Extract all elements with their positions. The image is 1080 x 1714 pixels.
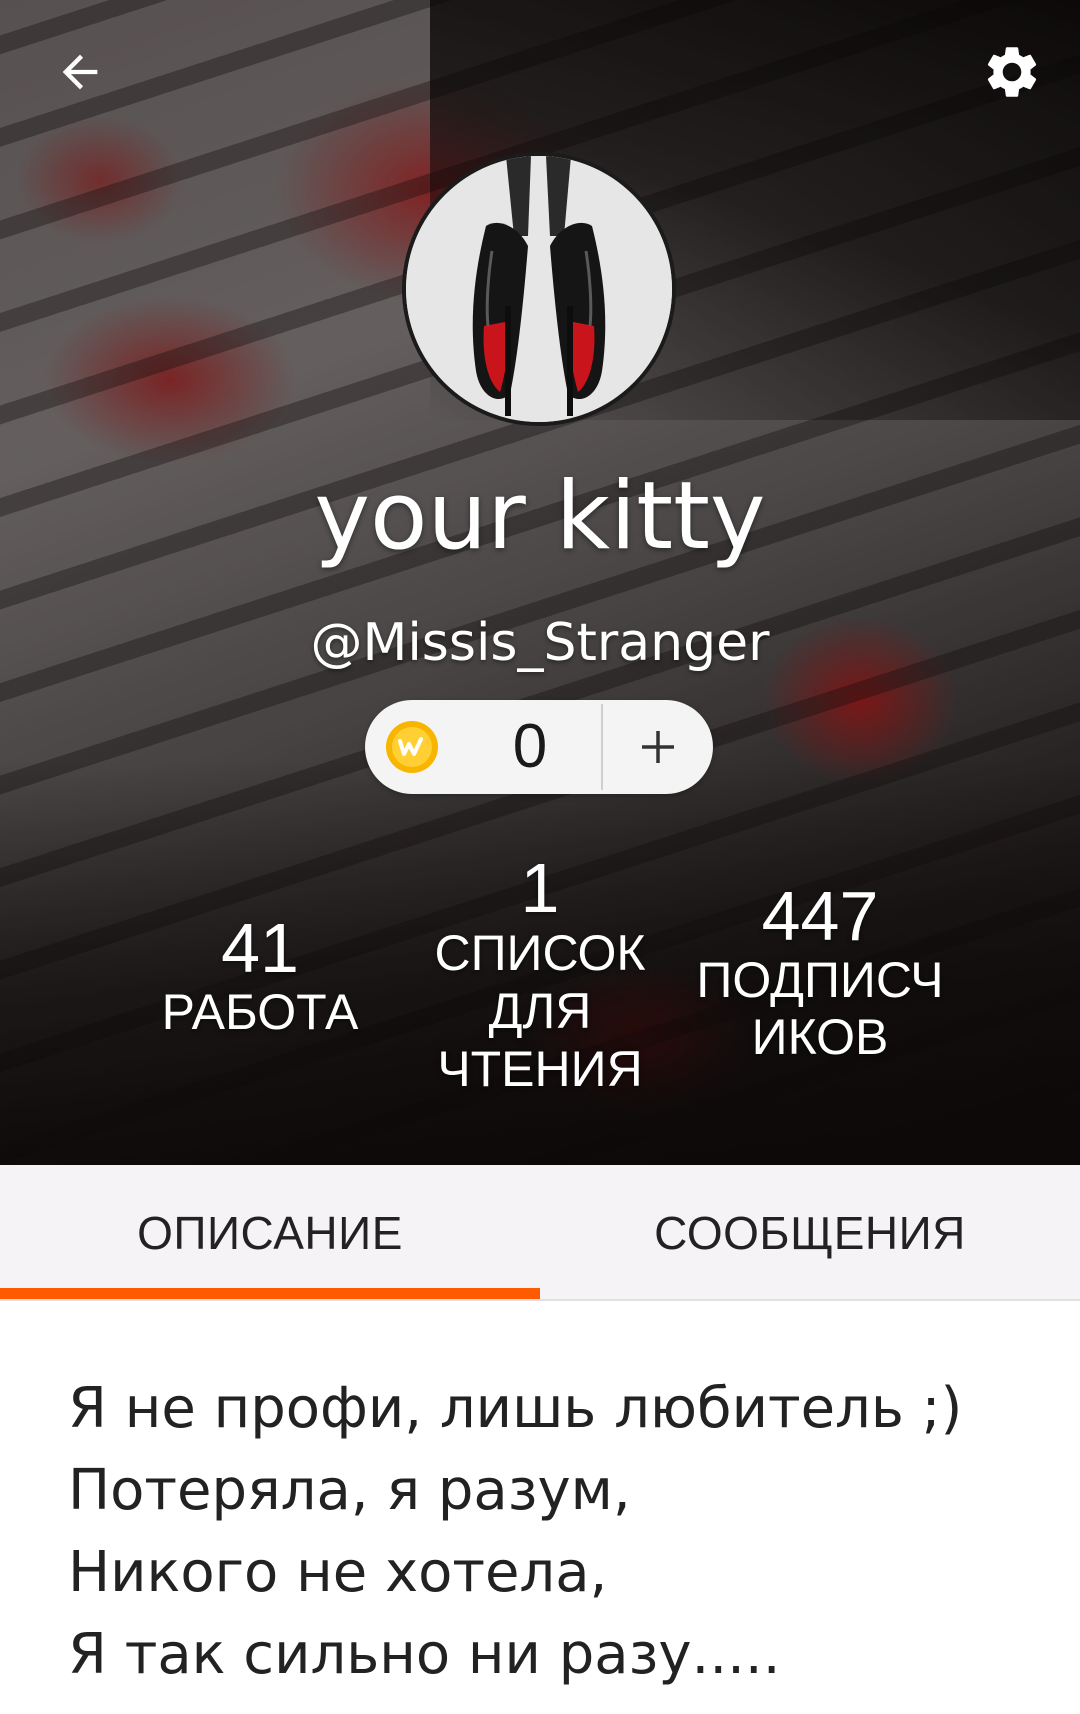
followers-label-line-1: ПОДПИСЧ	[696, 952, 944, 1008]
followers-label-line-2: ИКОВ	[751, 1009, 889, 1065]
description-line: Я так сильно ни разу.....	[68, 1622, 781, 1687]
wattpad-coin-icon	[386, 721, 438, 773]
profile-header: your kitty @Missis_Stranger 0 41 РАБОТА …	[0, 0, 1080, 1165]
description-line: Никого не хотела,	[68, 1540, 608, 1605]
display-name: your kitty	[314, 462, 766, 571]
stat-reading-lists[interactable]: 1 СПИСОК ДЛЯ ЧТЕНИЯ	[420, 852, 660, 1098]
description-line: Я не профи, лишь любитель ;)	[68, 1376, 963, 1441]
back-button[interactable]	[40, 32, 120, 112]
tab-messages[interactable]: СООБЩЕНИЯ	[540, 1165, 1080, 1301]
stat-followers[interactable]: 447 ПОДПИСЧ ИКОВ	[680, 880, 960, 1066]
plus-icon	[642, 731, 674, 763]
reading-lists-label-line-3: ЧТЕНИЯ	[437, 1041, 643, 1097]
coin-balance-pill[interactable]: 0	[365, 700, 713, 794]
profile-description: Я не профи, лишь любитель ;) Потеряла, я…	[68, 1368, 1028, 1696]
followers-count: 447	[761, 877, 879, 955]
username: @Missis_Stranger	[310, 613, 770, 673]
works-count: 41	[221, 909, 299, 987]
reading-lists-label-line-2: ДЛЯ	[488, 983, 592, 1039]
reading-lists-count: 1	[520, 849, 560, 927]
active-tab-indicator	[0, 1288, 540, 1299]
works-label: РАБОТА	[161, 984, 359, 1040]
coin-count: 0	[512, 712, 548, 781]
buy-coins-button[interactable]	[603, 700, 713, 794]
profile-tabs: ОПИСАНИЕ СООБЩЕНИЯ	[0, 1165, 1080, 1301]
gear-icon	[987, 47, 1037, 97]
settings-button[interactable]	[972, 32, 1052, 112]
stat-works[interactable]: 41 РАБОТА	[150, 912, 370, 1041]
reading-lists-label-line-1: СПИСОК	[434, 925, 646, 981]
arrow-left-icon	[62, 54, 98, 90]
avatar[interactable]	[402, 152, 676, 426]
tab-about[interactable]: ОПИСАНИЕ	[0, 1165, 540, 1301]
description-line: Потеряла, я разум,	[68, 1458, 631, 1523]
avatar-photo	[406, 156, 672, 422]
